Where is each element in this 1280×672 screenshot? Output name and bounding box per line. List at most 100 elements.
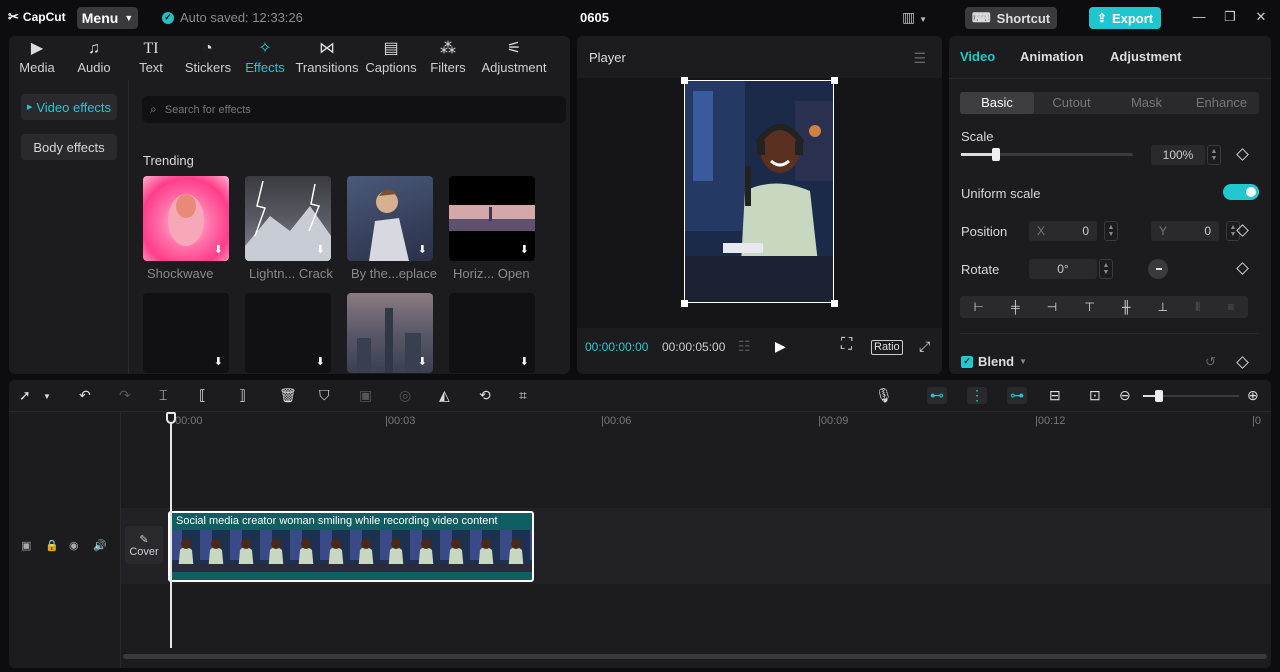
shield-icon[interactable]: ⛉ [319, 387, 330, 404]
keyframe-icon[interactable] [1236, 262, 1249, 275]
horizontal-scrollbar[interactable] [123, 654, 1267, 659]
align-right-icon[interactable]: ⊣ [1047, 300, 1057, 314]
delete-icon[interactable]: 🗑 [279, 387, 297, 404]
blend-section[interactable]: ✓ Blend ▼ [961, 354, 1027, 369]
video-preview[interactable] [684, 80, 834, 303]
fullscreen-icon[interactable]: ⤢ [919, 338, 930, 355]
split-icon[interactable]: ⌶ [159, 387, 167, 404]
close-icon[interactable]: ✕ [1252, 8, 1270, 26]
trim-left-icon[interactable]: ⟦ [199, 387, 206, 404]
align-left-icon[interactable]: ⊢ [974, 300, 984, 314]
sidebar-item-video-effects[interactable]: ▶ Video effects [21, 94, 117, 120]
scale-stepper[interactable]: ▲ ▼ [1207, 145, 1221, 165]
lock-icon[interactable]: 🔒 [45, 539, 59, 552]
microphone-icon[interactable]: 🎙 [875, 387, 893, 404]
resize-handle[interactable] [831, 300, 838, 307]
volume-icon[interactable]: 🔊 [93, 539, 107, 552]
search-input[interactable]: ⌕ Search for effects [142, 96, 566, 123]
resize-handle[interactable] [681, 300, 688, 307]
rotate-dial[interactable] [1148, 259, 1168, 279]
subtab-enhance[interactable]: Enhance [1184, 92, 1259, 114]
crop-icon[interactable]: ⌗ [519, 387, 527, 404]
resize-handle[interactable] [831, 77, 838, 84]
download-icon[interactable]: ⬇ [418, 243, 427, 256]
tab-animation[interactable]: Animation [1020, 49, 1084, 64]
menu-icon[interactable]: ☰ [913, 50, 926, 67]
layout-icon[interactable]: ▥ ▼ [902, 9, 927, 26]
download-icon[interactable]: ⬇ [316, 243, 325, 256]
linkage-icon[interactable]: ⊶ [1007, 387, 1027, 404]
distribute-h-icon[interactable]: ⫴ [1195, 300, 1200, 315]
download-icon[interactable]: ⬇ [520, 243, 529, 256]
scale-slider[interactable] [961, 148, 1133, 161]
timeline-grid-icon[interactable]: ☷ [738, 338, 751, 355]
distribute-v-icon[interactable]: ≡ [1227, 300, 1234, 314]
zoom-in-icon[interactable]: ⊕ [1247, 387, 1259, 404]
download-icon[interactable]: ⬇ [520, 355, 529, 368]
thumbnail-icon[interactable]: ⊡ [1089, 387, 1101, 404]
effect-card-by-the-fireplace[interactable]: ⬇ [347, 176, 433, 261]
scale-field[interactable]: 100% [1151, 145, 1205, 165]
tab-audio[interactable]: ♫ Audio [65, 36, 123, 78]
reset-icon[interactable]: ↺ [1205, 354, 1216, 370]
playhead[interactable] [170, 414, 172, 648]
tab-text[interactable]: TI Text [123, 36, 179, 78]
zoom-slider-thumb[interactable] [1155, 390, 1163, 402]
tab-captions[interactable]: ▤ Captions [361, 36, 421, 78]
redo-icon[interactable]: ↷ [119, 387, 131, 404]
tab-transitions[interactable]: ⋈ Transitions [293, 36, 361, 78]
restore-icon[interactable]: ❐ [1221, 8, 1239, 26]
minimize-icon[interactable]: — [1190, 8, 1208, 26]
shortcut-button[interactable]: ⌨ Shortcut [965, 7, 1057, 29]
align-center-v-icon[interactable]: ╫ [1122, 300, 1131, 314]
undo-icon[interactable]: ↶ [79, 387, 91, 404]
resize-handle[interactable] [681, 77, 688, 84]
download-icon[interactable]: ⬇ [418, 355, 427, 368]
tab-stickers[interactable]: ◔ Stickers [179, 36, 237, 78]
effect-card[interactable]: ⬇ [347, 293, 433, 373]
track-video-icon[interactable]: ▣ [21, 539, 31, 552]
chevron-down-icon[interactable]: ▼ [43, 392, 51, 401]
effect-card-lightning[interactable]: ⬇ [245, 176, 331, 261]
align-bottom-icon[interactable]: ⊥ [1158, 300, 1168, 314]
main-track-magnet-icon[interactable]: ⊷ [927, 387, 947, 404]
rotate-stepper[interactable]: ▲ ▼ [1099, 259, 1113, 279]
download-icon[interactable]: ⬇ [214, 243, 223, 256]
subtab-mask[interactable]: Mask [1109, 92, 1184, 114]
trim-right-icon[interactable]: ⟧ [239, 387, 246, 404]
tab-filters[interactable]: ⁂ Filters [421, 36, 475, 78]
play-icon[interactable]: ▶ [775, 338, 786, 355]
effect-card-shockwave[interactable]: ⬇ [143, 176, 229, 261]
preview-axis-icon[interactable]: ⊟ [1049, 387, 1061, 404]
reverse-icon[interactable]: ◎ [399, 387, 411, 404]
ratio-button[interactable]: Ratio [871, 340, 903, 355]
position-x-stepper[interactable]: ▲ ▼ [1104, 221, 1118, 241]
rotate-icon[interactable]: ⟲ [479, 387, 491, 404]
effect-card[interactable]: ⬇ [143, 293, 229, 373]
zoom-out-icon[interactable]: ⊖ [1119, 387, 1131, 404]
subtab-basic[interactable]: Basic [960, 92, 1034, 114]
align-top-icon[interactable]: ⊤ [1084, 300, 1094, 314]
keyframe-icon[interactable] [1236, 356, 1249, 369]
position-x-field[interactable]: X 0 [1029, 221, 1097, 241]
align-center-h-icon[interactable]: ╪ [1011, 300, 1020, 314]
mirror-icon[interactable]: ◭ [439, 387, 450, 404]
tab-effects[interactable]: ✧ Effects [237, 36, 293, 78]
position-y-field[interactable]: Y 0 [1151, 221, 1219, 241]
subtab-cutout[interactable]: Cutout [1034, 92, 1109, 114]
video-clip[interactable]: Social media creator woman smiling while… [168, 511, 534, 582]
keyframe-icon[interactable] [1236, 148, 1249, 161]
tab-video[interactable]: Video [960, 49, 995, 64]
screenshot-icon[interactable]: ⛶ [841, 336, 852, 354]
tab-adjustment[interactable]: ⚟ Adjustment [475, 36, 553, 78]
freeze-icon[interactable]: ▣ [359, 387, 372, 404]
playhead-handle[interactable] [166, 412, 176, 424]
menu-button[interactable]: Menu ▼ [77, 7, 138, 29]
select-cursor-icon[interactable]: ➚ [19, 387, 31, 404]
auto-snap-icon[interactable]: ⋮ [967, 387, 987, 404]
scale-slider-thumb[interactable] [992, 148, 1000, 161]
zoom-slider[interactable] [1143, 390, 1239, 402]
export-button[interactable]: ⇪ Export [1089, 7, 1161, 29]
effect-card[interactable]: ⬇ [449, 293, 535, 373]
tab-adjustment[interactable]: Adjustment [1110, 49, 1182, 64]
